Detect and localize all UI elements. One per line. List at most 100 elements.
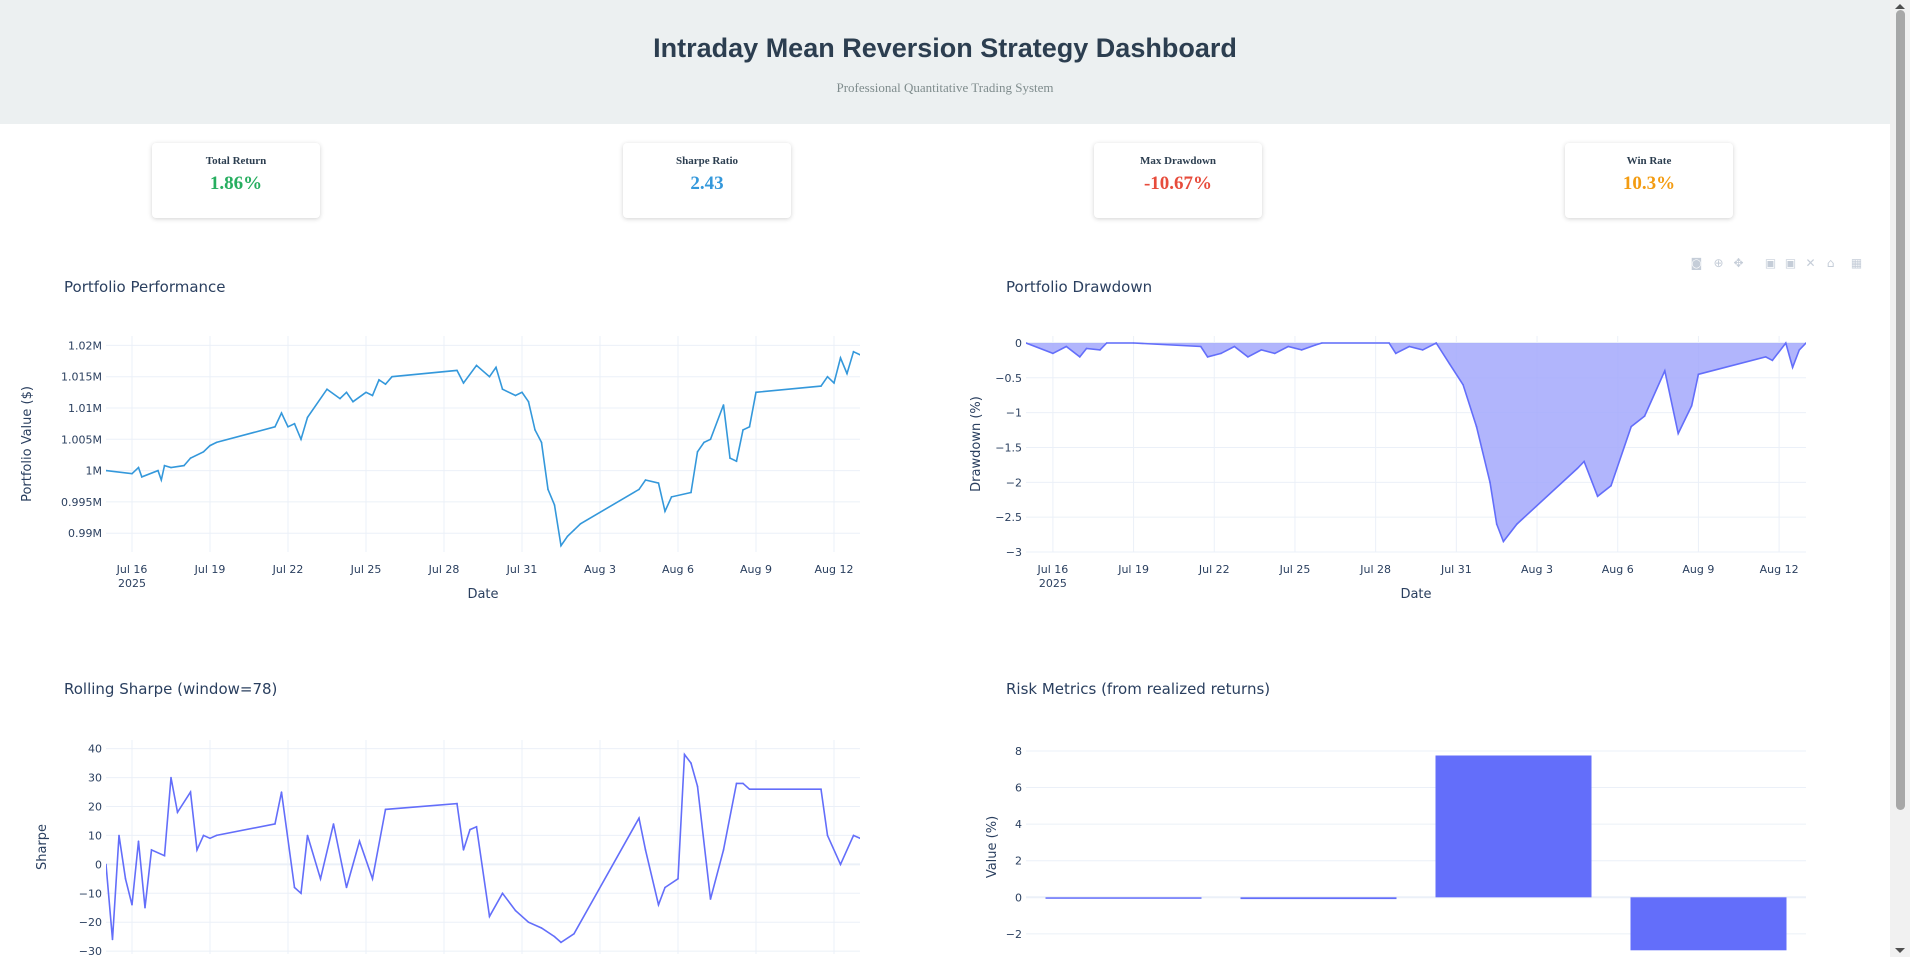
data-point (339, 397, 341, 400)
data-point (696, 785, 699, 788)
data-point (1314, 344, 1316, 346)
data-point (1079, 356, 1081, 358)
data-point (1495, 523, 1498, 525)
data-point (141, 476, 143, 478)
data-point (826, 375, 829, 378)
data-point (456, 802, 458, 805)
y-tick-label: 0.99M (68, 527, 102, 540)
x-tick-label: Jul 28 (1359, 563, 1391, 576)
data-point (1220, 352, 1222, 355)
scrollbar-thumb[interactable] (1896, 10, 1905, 810)
data-point (1785, 342, 1787, 344)
y-tick-label: 4 (1015, 818, 1022, 831)
data-point (495, 366, 497, 369)
x-tick-year: 2025 (118, 577, 146, 590)
y-tick-label: 1.015M (61, 371, 102, 384)
data-point (280, 412, 283, 414)
data-point (540, 927, 543, 929)
data-point (137, 466, 140, 469)
data-point (1287, 345, 1289, 348)
data-point (735, 460, 738, 463)
data-point (215, 441, 218, 444)
y-tick-label: −2.5 (995, 511, 1022, 524)
data-point (1677, 432, 1679, 435)
data-point (1274, 352, 1276, 355)
y-tick-label: 6 (1015, 782, 1022, 795)
y-axis-title: Value (%) (985, 816, 1000, 878)
data-point (1105, 342, 1108, 344)
data-point (573, 933, 575, 935)
data-point (547, 488, 549, 491)
data-point (560, 941, 562, 944)
data-point (501, 892, 504, 895)
x-axis-title: Date (467, 587, 498, 602)
data-point (462, 382, 465, 384)
y-tick-label: 1.005M (61, 433, 102, 446)
data-point (1421, 349, 1424, 351)
scroll-down-arrow-icon[interactable] (1895, 948, 1905, 953)
data-point (475, 364, 478, 367)
data-point (326, 388, 328, 391)
data-point (332, 823, 335, 825)
data-point (1690, 404, 1693, 407)
data-point (1489, 481, 1491, 484)
scroll-up-arrow-icon[interactable] (1895, 4, 1905, 9)
data-point (345, 391, 348, 394)
data-point (839, 357, 842, 359)
data-point (1475, 425, 1478, 428)
data-point (742, 429, 744, 431)
data-point (1388, 342, 1390, 344)
data-point (170, 776, 172, 779)
chart-2: Rolling Sharpe (window=78) −30 −20 −10 0 10 20… (35, 680, 860, 957)
y-tick-label: −2 (1006, 476, 1022, 489)
data-point (852, 350, 855, 353)
data-point (644, 849, 647, 851)
y-tick-label: 20 (88, 801, 102, 814)
data-point (1771, 359, 1774, 362)
data-point (859, 354, 860, 356)
y-tick-label: 1.02M (68, 339, 102, 352)
data-point (371, 878, 374, 880)
data-point (1764, 356, 1767, 358)
data-point (638, 817, 640, 819)
data-point (1583, 460, 1585, 463)
data-point (1233, 345, 1236, 348)
x-tick-label: Jul 16 (116, 563, 148, 576)
data-point (287, 426, 289, 428)
y-tick-label: −10 (79, 887, 102, 900)
chart-title: Risk Metrics (from realized returns) (1006, 680, 1270, 698)
x-tick-label: Aug 9 (740, 563, 772, 576)
y-tick-label: −2 (1006, 928, 1022, 941)
data-point (1321, 342, 1323, 344)
data-point (846, 372, 848, 375)
data-point (1798, 349, 1801, 351)
data-point (540, 441, 543, 444)
chart-title: Rolling Sharpe (window=78) (64, 680, 277, 698)
data-point (160, 479, 163, 481)
data-point (1664, 370, 1666, 372)
data-point (1435, 342, 1437, 344)
data-point (118, 834, 120, 837)
bar (1240, 897, 1397, 900)
data-point (124, 878, 127, 880)
data-point (469, 828, 471, 831)
data-point (131, 904, 133, 906)
x-tick-label: Jul 22 (272, 563, 304, 576)
bar (1630, 897, 1787, 951)
page-scrollbar[interactable] (1890, 0, 1910, 957)
data-point (1630, 425, 1632, 428)
data-point (1448, 363, 1451, 365)
data-point (709, 438, 712, 441)
chart-3: Risk Metrics (from realized returns) −2 0 2… (985, 680, 1806, 951)
series-line (106, 350, 860, 548)
data-point (1200, 345, 1202, 348)
chart-title: Portfolio Drawdown (1006, 278, 1152, 296)
x-tick-label: Jul 19 (1117, 563, 1149, 576)
data-point (157, 469, 159, 472)
data-point (1395, 352, 1397, 355)
bar (1045, 897, 1202, 899)
data-point (748, 426, 751, 428)
data-point (501, 388, 504, 391)
y-tick-label: −3 (1006, 546, 1022, 559)
x-tick-label: Jul 31 (1440, 563, 1472, 576)
